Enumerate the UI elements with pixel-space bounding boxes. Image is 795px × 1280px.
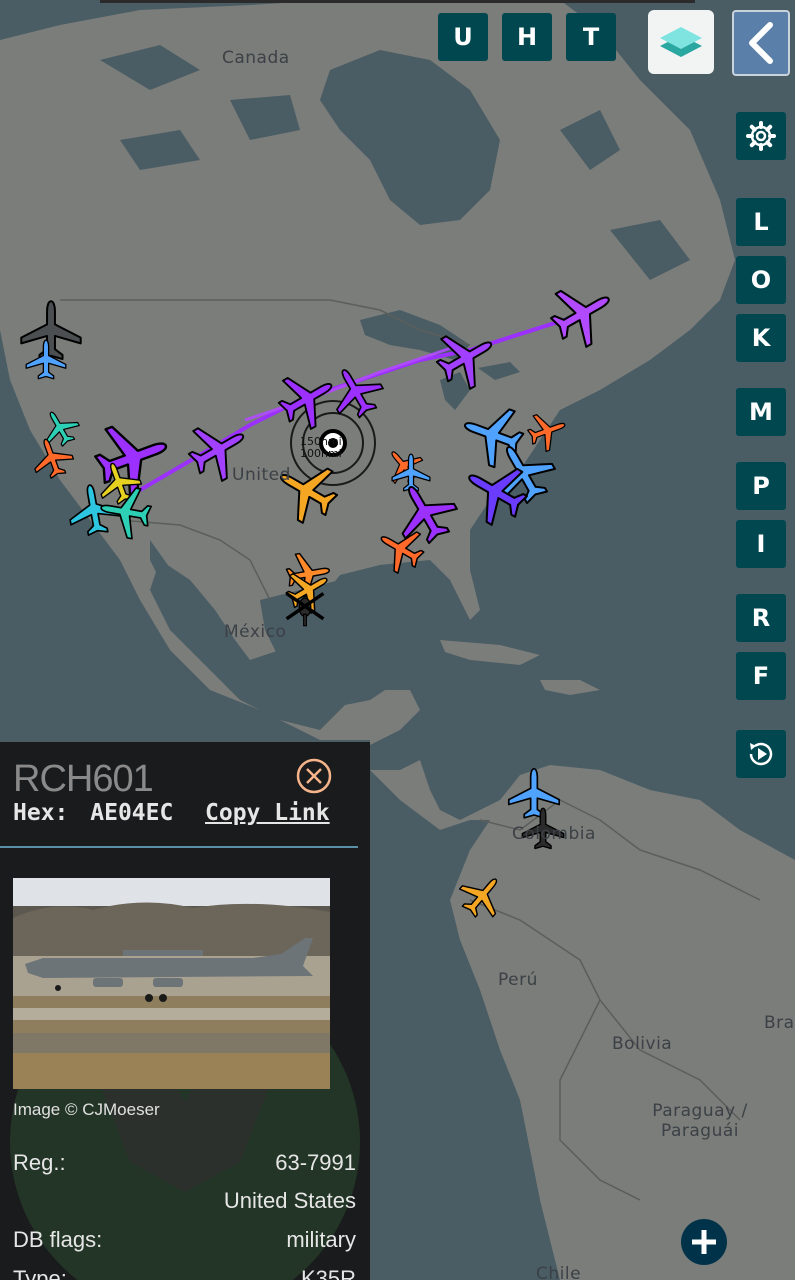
map-label-brasil: Bra <box>764 1013 795 1033</box>
sidebar-button-f[interactable]: F <box>736 652 786 700</box>
sidebar-button-r[interactable]: R <box>736 594 786 642</box>
sidebar-button-o[interactable]: O <box>736 256 786 304</box>
map-label-bolivia: Bolivia <box>612 1034 673 1054</box>
hex-value: AE04EC <box>90 800 174 826</box>
plus-icon <box>692 1230 716 1254</box>
type-value: K35R <box>300 1266 356 1280</box>
gear-icon <box>746 121 776 151</box>
close-panel-button[interactable] <box>296 758 332 794</box>
map-label-canada: Canada <box>222 48 290 68</box>
aircraft-photo[interactable] <box>13 878 330 1089</box>
map-label-colombia: Colombia <box>512 824 596 844</box>
layers-icon <box>660 27 702 57</box>
image-credit: Image © CJMoeser <box>13 1100 160 1119</box>
type-label: Type: <box>13 1266 67 1280</box>
chevron-left-icon <box>749 22 773 64</box>
layers-button[interactable] <box>648 10 714 74</box>
top-strip <box>100 0 695 3</box>
replay-icon <box>749 742 773 766</box>
copy-link[interactable]: Copy Link <box>205 800 330 826</box>
reg-label: Reg.: <box>13 1150 66 1175</box>
map-label-united: United <box>232 465 291 485</box>
aircraft-info-panel: RCH601 Hex: AE04EC Copy Link Image © CJM… <box>0 742 370 1280</box>
hex-label: Hex: <box>13 800 69 826</box>
toolbar-button-u[interactable]: U <box>438 13 488 61</box>
panel-divider <box>0 846 358 848</box>
hex-row: Hex: AE04EC <box>13 800 173 826</box>
map-label-chile: Chile <box>536 1264 582 1280</box>
sidebar-button-k[interactable]: K <box>736 314 786 362</box>
settings-button[interactable] <box>736 112 786 160</box>
collapse-panel-button[interactable] <box>732 10 790 76</box>
close-circle-icon <box>296 758 332 794</box>
callsign: RCH601 <box>13 758 154 800</box>
toolbar-button-t[interactable]: T <box>566 13 616 61</box>
replay-button[interactable] <box>736 730 786 778</box>
sidebar-button-i[interactable]: I <box>736 520 786 568</box>
range-ring-label: 150nmi 100nmi <box>300 435 342 460</box>
db-flags-label: DB flags: <box>13 1227 103 1252</box>
sidebar-button-p[interactable]: P <box>736 462 786 510</box>
map-label-peru: Perú <box>498 970 538 990</box>
sidebar-button-m[interactable]: M <box>736 388 786 436</box>
reg-value: 63-7991 <box>275 1150 356 1175</box>
country-value: United States <box>223 1188 356 1213</box>
map-label-mexico: México <box>224 622 287 642</box>
toolbar-button-h[interactable]: H <box>502 13 552 61</box>
map-label-paraguay: Paraguay / Paraguái <box>652 1101 748 1141</box>
sidebar-button-l[interactable]: L <box>736 198 786 246</box>
zoom-in-button[interactable] <box>681 1219 727 1265</box>
db-flags-value: military <box>286 1227 356 1252</box>
